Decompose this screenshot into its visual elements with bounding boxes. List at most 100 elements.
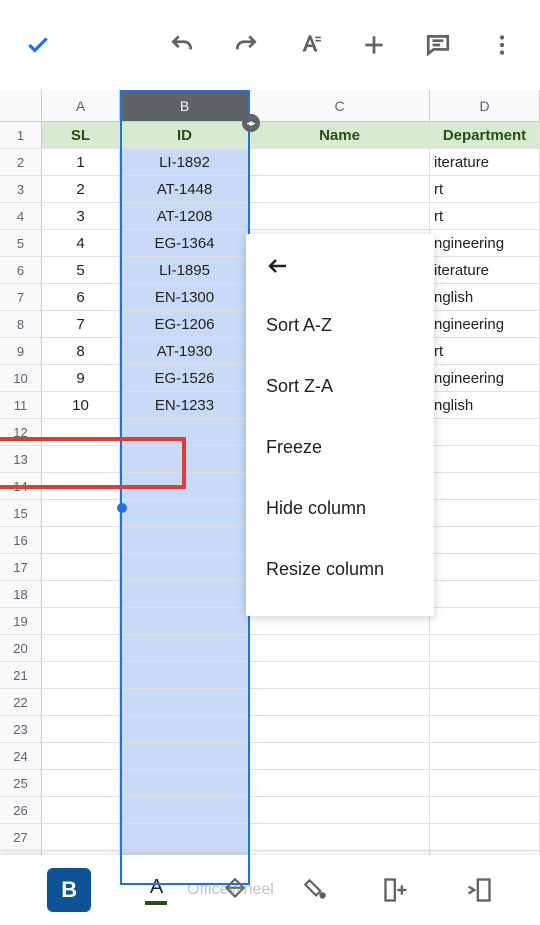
cell[interactable] <box>42 824 120 850</box>
row-header[interactable]: 20 <box>0 635 42 661</box>
cell[interactable] <box>250 689 430 715</box>
cell-id[interactable]: EG-1364 <box>120 230 250 256</box>
cell[interactable] <box>42 581 120 607</box>
comment-button[interactable] <box>425 32 451 58</box>
cell-sl[interactable]: 3 <box>42 203 120 229</box>
cell[interactable] <box>250 770 430 796</box>
cell[interactable] <box>430 635 540 661</box>
cell-sl[interactable]: 10 <box>42 392 120 418</box>
cell[interactable] <box>430 824 540 850</box>
row-header[interactable]: 1 <box>0 122 42 148</box>
cell[interactable] <box>430 581 540 607</box>
cell[interactable] <box>430 770 540 796</box>
cell[interactable] <box>430 473 540 499</box>
cell-sl[interactable]: 9 <box>42 365 120 391</box>
cell[interactable] <box>120 608 250 634</box>
cell[interactable] <box>42 500 120 526</box>
cell[interactable] <box>120 527 250 553</box>
cell-id[interactable]: EG-1206 <box>120 311 250 337</box>
cell[interactable] <box>120 824 250 850</box>
cell[interactable] <box>42 635 120 661</box>
cell-id[interactable]: EN-1233 <box>120 392 250 418</box>
cell-dept[interactable]: nglish <box>430 284 540 310</box>
cell[interactable] <box>250 743 430 769</box>
cell[interactable] <box>430 554 540 580</box>
undo-button[interactable] <box>169 32 195 58</box>
confirm-button[interactable] <box>25 32 51 58</box>
row-header[interactable]: 2 <box>0 149 42 175</box>
cell[interactable] <box>42 473 120 499</box>
cell[interactable] <box>120 662 250 688</box>
cell[interactable] <box>120 446 250 472</box>
cell[interactable] <box>430 419 540 445</box>
cell-sl[interactable]: 4 <box>42 230 120 256</box>
cell-sl[interactable]: 7 <box>42 311 120 337</box>
cell[interactable] <box>250 635 430 661</box>
cell[interactable] <box>42 797 120 823</box>
cell-dept[interactable]: ngineering <box>430 365 540 391</box>
header-id[interactable]: ID <box>120 122 250 148</box>
cell[interactable] <box>42 446 120 472</box>
more-button[interactable] <box>489 32 515 58</box>
cell[interactable] <box>120 716 250 742</box>
row-header[interactable]: 25 <box>0 770 42 796</box>
text-format-button[interactable] <box>297 32 323 58</box>
cell[interactable] <box>42 716 120 742</box>
cell-id[interactable]: LI-1892 <box>120 149 250 175</box>
cell[interactable] <box>120 500 250 526</box>
row-header[interactable]: 15 <box>0 500 42 526</box>
cell[interactable] <box>430 797 540 823</box>
row-header[interactable]: 8 <box>0 311 42 337</box>
col-header-b[interactable]: B <box>120 90 250 121</box>
header-name[interactable]: Name <box>250 122 430 148</box>
row-header[interactable]: 16 <box>0 527 42 553</box>
menu-sort-za[interactable]: Sort Z-A <box>246 356 434 417</box>
cell-name[interactable] <box>250 149 430 175</box>
cell-sl[interactable]: 5 <box>42 257 120 283</box>
cell[interactable] <box>42 419 120 445</box>
cell-dept[interactable]: iterature <box>430 257 540 283</box>
cell[interactable] <box>430 446 540 472</box>
bold-button[interactable]: B <box>47 868 91 912</box>
col-header-d[interactable]: D <box>430 90 540 121</box>
cell[interactable] <box>42 662 120 688</box>
cell-dept[interactable]: ngineering <box>430 230 540 256</box>
cell-id[interactable]: EG-1526 <box>120 365 250 391</box>
menu-hide-column[interactable]: Hide column <box>246 478 434 539</box>
cell-dept[interactable]: iterature <box>430 149 540 175</box>
menu-sort-az[interactable]: Sort A-Z <box>246 295 434 356</box>
row-header[interactable]: 23 <box>0 716 42 742</box>
row-header[interactable]: 7 <box>0 284 42 310</box>
row-header[interactable]: 26 <box>0 797 42 823</box>
cell-sl[interactable]: 6 <box>42 284 120 310</box>
cell-name[interactable] <box>250 203 430 229</box>
row-header[interactable]: 27 <box>0 824 42 850</box>
cell[interactable] <box>42 689 120 715</box>
cell-id[interactable]: AT-1930 <box>120 338 250 364</box>
cell[interactable] <box>430 716 540 742</box>
row-header[interactable]: 24 <box>0 743 42 769</box>
row-header[interactable]: 11 <box>0 392 42 418</box>
cell-dept[interactable]: rt <box>430 203 540 229</box>
cell[interactable] <box>120 581 250 607</box>
row-header[interactable]: 18 <box>0 581 42 607</box>
merge-button[interactable] <box>465 876 493 904</box>
cell-fill-button[interactable] <box>302 877 328 903</box>
cell[interactable] <box>430 743 540 769</box>
cell[interactable] <box>430 689 540 715</box>
corner-cell[interactable] <box>0 90 42 121</box>
row-header[interactable]: 4 <box>0 203 42 229</box>
menu-freeze[interactable]: Freeze <box>246 417 434 478</box>
cell[interactable] <box>120 554 250 580</box>
cell-id[interactable]: AT-1208 <box>120 203 250 229</box>
cell-dept[interactable]: ngineering <box>430 311 540 337</box>
add-button[interactable] <box>361 32 387 58</box>
cell[interactable] <box>250 797 430 823</box>
cell[interactable] <box>42 743 120 769</box>
cell-dept[interactable]: rt <box>430 176 540 202</box>
cell[interactable] <box>250 716 430 742</box>
header-sl[interactable]: SL <box>42 122 120 148</box>
cell-id[interactable]: LI-1895 <box>120 257 250 283</box>
cell-sl[interactable]: 1 <box>42 149 120 175</box>
cell[interactable] <box>250 824 430 850</box>
